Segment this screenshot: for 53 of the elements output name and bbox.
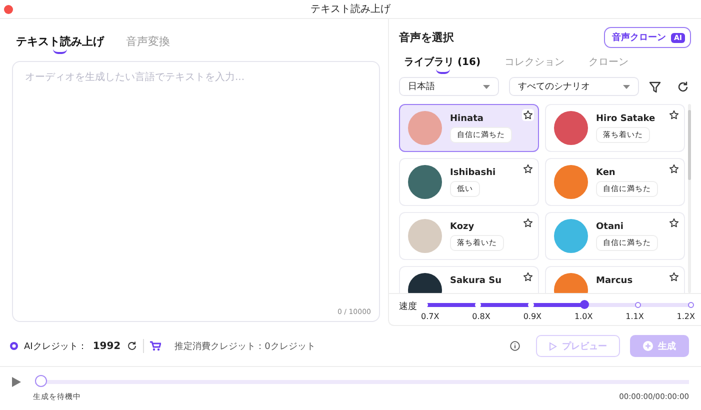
star-icon[interactable] <box>523 110 533 120</box>
voice-name: Marcus <box>596 276 633 286</box>
estimated-credits: 推定消費クレジット：0クレジット <box>174 340 316 352</box>
voice-name: Ken <box>596 168 616 178</box>
window-title: テキスト読み上げ <box>310 2 390 16</box>
voice-card[interactable]: Sakura Su <box>399 266 539 294</box>
star-icon[interactable] <box>669 164 679 174</box>
dropdown-value: すべてのシナリオ <box>518 81 590 94</box>
credits-value: 1992 <box>92 340 121 352</box>
filter-icon[interactable] <box>649 80 661 93</box>
mode-tab[interactable]: テキスト読み上げ <box>16 30 104 52</box>
speed-tick-label: 1.1X <box>626 312 644 322</box>
credits-label: AIクレジット： <box>24 340 87 352</box>
plus-circle-icon <box>643 341 653 351</box>
library-tab[interactable]: ライブラリ (16) <box>404 50 481 73</box>
star-icon[interactable] <box>669 272 679 282</box>
text-area-input[interactable]: オーディオを生成したい言語でテキストを入力... <box>13 62 379 308</box>
speed-tick-label: 0.7X <box>421 312 440 322</box>
caret-icon <box>623 84 630 89</box>
star-icon[interactable] <box>523 272 533 282</box>
play-icon[interactable] <box>12 376 21 386</box>
slider-thumb[interactable] <box>580 300 589 310</box>
credit-coin-icon <box>10 342 18 350</box>
star-icon[interactable] <box>523 164 533 174</box>
star-icon[interactable] <box>669 110 679 120</box>
close-button[interactable] <box>4 4 13 14</box>
caret-icon <box>483 84 490 89</box>
voice-name: Ishibashi <box>450 168 496 178</box>
voice-card[interactable]: Marcus <box>545 266 685 294</box>
scrollbar[interactable] <box>688 104 691 294</box>
voice-name: Hinata <box>450 114 484 124</box>
play-icon <box>549 342 557 350</box>
speed-label: 速度 <box>399 300 417 314</box>
refresh-icon[interactable] <box>126 341 137 351</box>
speed-tick-label: 1.0X <box>574 312 593 322</box>
voice-name: Sakura Su <box>450 276 502 286</box>
progress-thumb[interactable] <box>35 375 47 387</box>
cart-icon[interactable] <box>150 341 161 351</box>
speed-tick-label: 0.9X <box>523 312 542 322</box>
star-icon[interactable] <box>669 218 679 228</box>
info-icon[interactable] <box>510 341 520 351</box>
dropdown-value: 日本語 <box>408 80 435 94</box>
star-icon[interactable] <box>523 218 533 228</box>
panel-title: 音声を選択 <box>399 30 454 46</box>
speed-tick-label: 1.2X <box>676 312 695 322</box>
refresh-icon[interactable] <box>677 80 689 93</box>
speed-tick-label: 0.8X <box>472 312 490 322</box>
speed-slider[interactable] <box>425 303 691 308</box>
voice-name: Otani <box>596 222 625 232</box>
voice-name: Kozy <box>450 222 476 232</box>
filter-dropdown[interactable]: 日本語 <box>399 77 499 96</box>
voice-name: Hiro Satake <box>596 114 656 124</box>
filter-dropdown[interactable]: すべてのシナリオ <box>509 77 639 96</box>
